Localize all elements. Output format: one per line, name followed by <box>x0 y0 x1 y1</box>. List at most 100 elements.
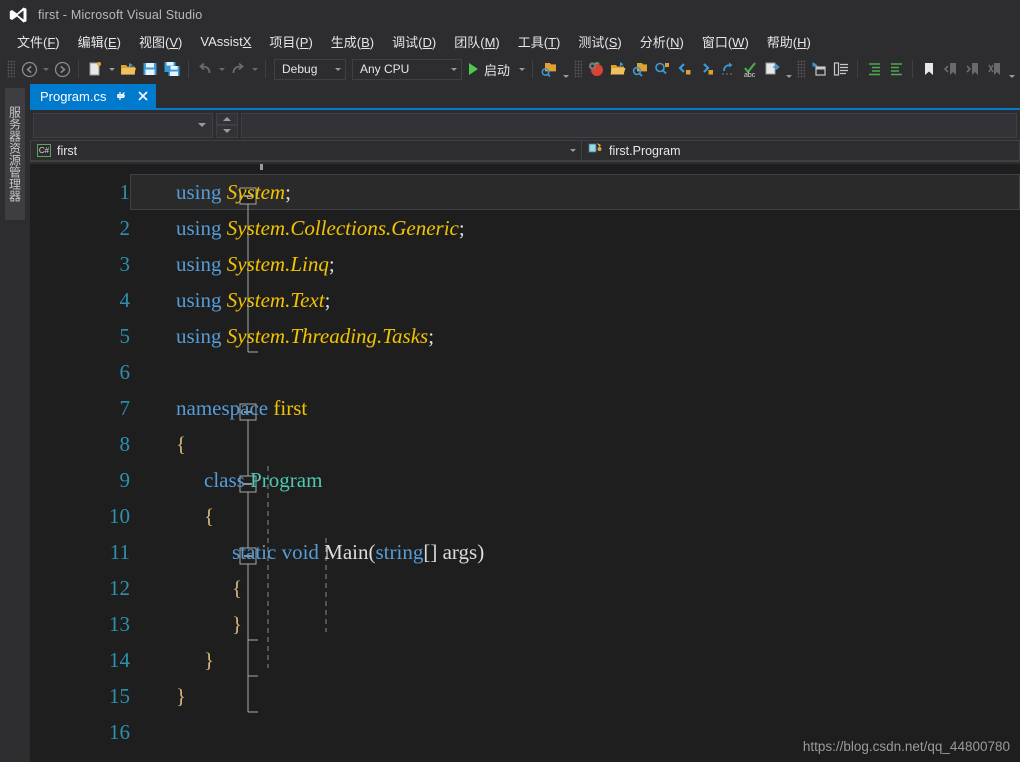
code-line[interactable]: 2 using System.Collections.Generic; <box>30 210 1020 246</box>
open-file-icon[interactable] <box>117 58 139 80</box>
token: System.Threading.Tasks <box>226 323 429 348</box>
outlining-cell[interactable] <box>148 678 176 714</box>
navbar-project-label: first <box>57 143 78 158</box>
code-editor[interactable]: 1 using System; 2 using System.Collections.… <box>30 164 1020 762</box>
code-line[interactable]: 4 using System.Text; <box>30 282 1020 318</box>
outlining-cell[interactable] <box>148 534 176 570</box>
menu-item-12[interactable]: 窗口(W) <box>693 30 758 54</box>
code-line[interactable]: 10 { <box>30 498 1020 534</box>
toolbar-overflow-icon[interactable] <box>1006 58 1017 80</box>
code-line[interactable]: 7 namespace first <box>30 390 1020 426</box>
menu-item-1[interactable]: 文件(F) <box>8 30 69 54</box>
code-line[interactable]: 6 <box>30 354 1020 390</box>
open-related-icon[interactable] <box>761 58 783 80</box>
outlining-cell[interactable] <box>148 714 176 750</box>
menu-item-5[interactable]: 项目(P) <box>260 30 321 54</box>
code-line[interactable]: 9 class Program <box>30 462 1020 498</box>
menu-item-3[interactable]: 视图(V) <box>130 30 191 54</box>
outlining-cell[interactable] <box>148 282 176 318</box>
code-line[interactable]: 15} <box>30 678 1020 714</box>
menu-item-8[interactable]: 团队(M) <box>445 30 509 54</box>
spinner-down-icon[interactable] <box>216 125 238 138</box>
navigate-forward-icon[interactable] <box>51 58 73 80</box>
menu-item-7[interactable]: 调试(D) <box>383 30 445 54</box>
code-line[interactable]: 3 using System.Linq; <box>30 246 1020 282</box>
toolbar-grip[interactable] <box>797 60 806 78</box>
find-reference-icon[interactable] <box>538 58 560 80</box>
menu-item-4[interactable]: VAssistX <box>191 32 260 52</box>
outlining-cell[interactable] <box>148 642 176 678</box>
navbar-project-dropdown[interactable]: C# first <box>30 140 582 161</box>
code-line[interactable]: 11 static void Main(string[] args) <box>30 534 1020 570</box>
vassistx-tomato-icon[interactable] <box>585 58 607 80</box>
token: namespace <box>176 395 269 420</box>
outdent-block-icon[interactable] <box>885 58 907 80</box>
code-line[interactable]: 13} <box>30 606 1020 642</box>
save-all-icon[interactable] <box>161 58 183 80</box>
spinner-up-icon[interactable] <box>216 112 238 125</box>
tab-label: Program.cs <box>40 88 107 104</box>
find-in-files-icon[interactable] <box>651 58 673 80</box>
configuration-dropdown[interactable]: Debug <box>274 58 346 80</box>
surround-with-icon[interactable] <box>808 58 830 80</box>
new-item-dropdown-icon[interactable] <box>106 58 117 80</box>
outlining-cell[interactable] <box>148 462 176 498</box>
vassistx-overflow-icon[interactable] <box>783 58 794 80</box>
undo-dropdown-icon[interactable] <box>216 58 227 80</box>
goto-next-icon[interactable] <box>695 58 717 80</box>
platform-dropdown[interactable]: Any CPU <box>352 58 462 80</box>
menu-item-9[interactable]: 工具(T) <box>509 30 570 54</box>
navigate-back-dropdown-icon[interactable] <box>40 58 51 80</box>
redo-icon[interactable] <box>227 58 249 80</box>
outlining-cell[interactable] <box>148 606 176 642</box>
outlining-cell[interactable] <box>148 246 176 282</box>
save-icon[interactable] <box>139 58 161 80</box>
find-reference-overflow-icon[interactable] <box>560 58 571 80</box>
navigate-back-icon[interactable] <box>18 58 40 80</box>
outlining-cell[interactable] <box>148 318 176 354</box>
goto-previous-icon[interactable] <box>673 58 695 80</box>
outlining-cell[interactable] <box>148 354 176 390</box>
indent-block-icon[interactable] <box>863 58 885 80</box>
code-line[interactable]: 12 { <box>30 570 1020 606</box>
code-line[interactable]: 1 using System; <box>30 174 1020 210</box>
comment-block-icon[interactable] <box>830 58 852 80</box>
outlining-cell[interactable] <box>148 174 176 210</box>
outlining-cell[interactable] <box>148 390 176 426</box>
undo-icon[interactable] <box>194 58 216 80</box>
menu-item-13[interactable]: 帮助(H) <box>758 30 820 54</box>
bookmark-icon[interactable] <box>918 58 940 80</box>
chevron-down-icon <box>335 67 341 71</box>
pin-icon[interactable] <box>114 89 128 103</box>
clear-bookmarks-icon[interactable] <box>984 58 1006 80</box>
sidebar-item-server-explorer[interactable]: 服务器资源管理器 <box>5 88 25 220</box>
outlining-cell[interactable] <box>148 498 176 534</box>
menu-item-6[interactable]: 生成(B) <box>322 30 383 54</box>
refactor-icon[interactable] <box>717 58 739 80</box>
start-debug-button[interactable]: 启动 <box>465 60 516 79</box>
menu-item-10[interactable]: 测试(S) <box>569 30 630 54</box>
code-line[interactable]: 8{ <box>30 426 1020 462</box>
next-bookmark-icon[interactable] <box>962 58 984 80</box>
outlining-cell[interactable] <box>148 570 176 606</box>
prev-bookmark-icon[interactable] <box>940 58 962 80</box>
outlining-cell[interactable] <box>148 426 176 462</box>
code-line[interactable]: 14} <box>30 642 1020 678</box>
redo-dropdown-icon[interactable] <box>249 58 260 80</box>
code-line[interactable]: 5 using System.Threading.Tasks; <box>30 318 1020 354</box>
editor-combo[interactable] <box>33 112 213 138</box>
open-file-in-solution-icon[interactable] <box>607 58 629 80</box>
tab-program-cs[interactable]: Program.cs <box>30 84 157 108</box>
new-item-icon[interactable] <box>84 58 106 80</box>
start-dropdown-icon[interactable] <box>516 58 527 80</box>
spellcheck-abc-icon[interactable]: abc <box>739 58 761 80</box>
close-icon[interactable] <box>136 89 150 103</box>
menu-item-2[interactable]: 编辑(E) <box>69 30 130 54</box>
toolbar-grip[interactable] <box>7 60 15 78</box>
menu-item-11[interactable]: 分析(N) <box>631 30 693 54</box>
outlining-cell[interactable] <box>148 210 176 246</box>
toolbar-grip[interactable] <box>574 60 583 78</box>
editor-spinner[interactable] <box>216 112 238 138</box>
navbar-type-dropdown[interactable]: first.Program <box>582 140 1020 161</box>
find-symbol-icon[interactable] <box>629 58 651 80</box>
